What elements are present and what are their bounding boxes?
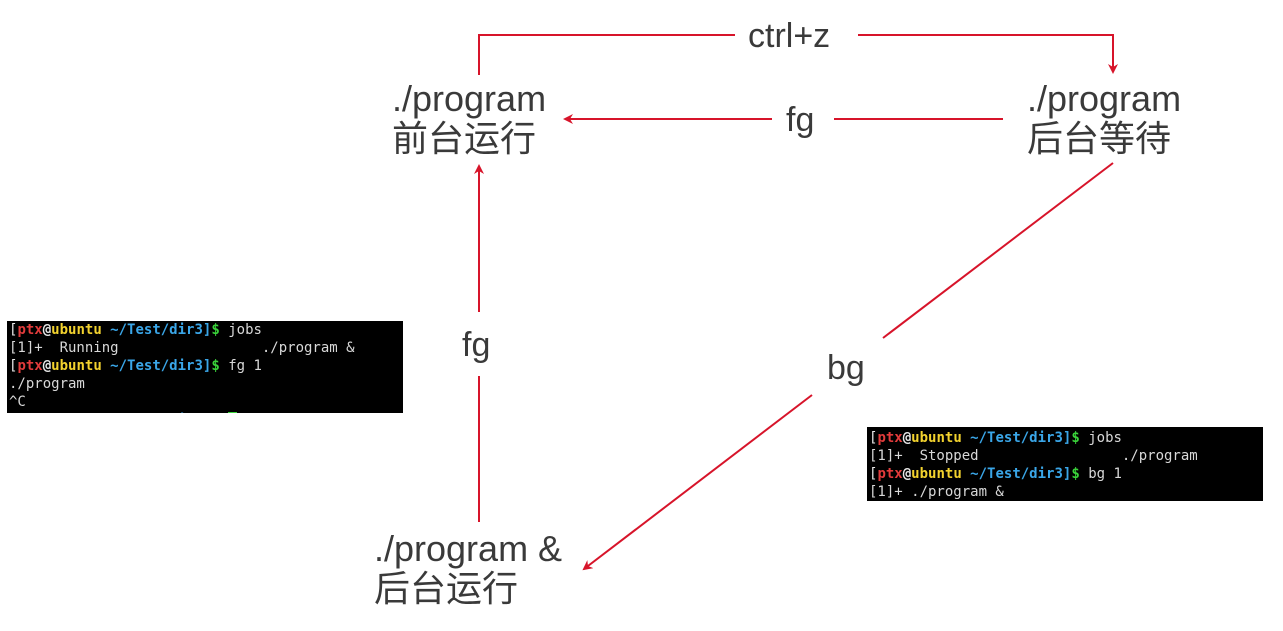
command: jobs xyxy=(219,322,262,338)
ctrl-z-arrow-head xyxy=(858,34,1118,74)
edge-label-fg-top: fg xyxy=(786,101,815,139)
terminal-output: [1]+ ./program & xyxy=(869,484,1004,500)
prompt-user: ptx xyxy=(17,322,43,338)
terminal-output: ^C xyxy=(9,394,26,410)
prompt-at: @ xyxy=(42,358,52,374)
prompt-dollar: $ xyxy=(1071,430,1080,446)
prompt-user: ptx xyxy=(877,466,903,482)
bg-arrow xyxy=(582,394,813,571)
edge-label-fg-left: fg xyxy=(462,326,491,364)
prompt-dollar: $ xyxy=(211,322,220,338)
prompt-path: ~/Test/dir3 xyxy=(101,358,203,374)
terminal-line-clipped: [ptx@ubuntu ~/Test/dir3]$ xyxy=(9,411,403,413)
command: bg 1 xyxy=(1079,466,1122,482)
terminal-output: ./program xyxy=(9,376,85,392)
prompt-user: ptx xyxy=(877,430,903,446)
node-background-run-cmd: ./program & xyxy=(374,528,563,569)
terminal-line: [ptx@ubuntu ~/Test/dir3]$ bg 1 xyxy=(869,465,1263,483)
prompt-at: @ xyxy=(902,430,912,446)
prompt-at: @ xyxy=(43,412,51,413)
node-background-wait-desc: 后台等待 xyxy=(1027,118,1172,159)
terminal-output: [1]+ Running ./program & xyxy=(9,340,355,356)
terminal-line: [ptx@ubuntu ~/Test/dir3]$ jobs xyxy=(9,321,403,339)
prompt-path: ~/Test/dir3 xyxy=(101,322,203,338)
prompt-path: ~/Test/dir3 xyxy=(961,466,1063,482)
prompt-path: ~/Test/dir3 xyxy=(102,412,203,413)
prompt-dollar: $ xyxy=(211,358,220,374)
command: jobs xyxy=(1079,430,1122,446)
ctrl-z-arrow xyxy=(478,34,735,75)
node-foreground-cmd: ./program xyxy=(392,78,547,119)
prompt-host: ubuntu xyxy=(51,358,102,374)
terminal-output: [1]+ Stopped ./program xyxy=(869,448,1198,464)
prompt-user: ptx xyxy=(17,412,42,413)
prompt-host: ubuntu xyxy=(911,430,962,446)
node-background-wait-cmd: ./program xyxy=(1027,78,1182,119)
terminal-cursor xyxy=(228,412,238,413)
edge-label-bg: bg xyxy=(827,349,865,387)
bg-arrow-tail xyxy=(882,162,1114,339)
terminal-line: [ptx@ubuntu ~/Test/dir3]$ jobs xyxy=(869,429,1263,447)
prompt-at: @ xyxy=(42,322,52,338)
command: fg 1 xyxy=(219,358,262,374)
prompt-dollar: $ xyxy=(1071,466,1080,482)
terminal-line: [ptx@ubuntu ~/Test/dir3]$ fg 1 xyxy=(9,357,403,375)
node-background-run: ./program & 后台运行 xyxy=(374,529,562,609)
node-foreground: ./program 前台运行 xyxy=(392,79,546,159)
node-background-run-desc: 后台运行 xyxy=(374,568,519,609)
prompt-path: ~/Test/dir3 xyxy=(961,430,1063,446)
prompt-host: ubuntu xyxy=(51,322,102,338)
edge-label-ctrl-z: ctrl+z xyxy=(748,17,831,55)
prompt-user: ptx xyxy=(17,358,43,374)
terminal-snippet-bg: [ptx@ubuntu ~/Test/dir3]$ jobs [1]+ Stopp… xyxy=(867,427,1263,501)
node-foreground-desc: 前台运行 xyxy=(392,118,537,159)
terminal-snippet-fg: [ptx@ubuntu ~/Test/dir3]$ jobs [1]+ Runni… xyxy=(7,321,403,413)
prompt-at: @ xyxy=(902,466,912,482)
prompt-dollar: $ xyxy=(211,412,219,413)
prompt-host: ubuntu xyxy=(51,412,102,413)
node-background-wait: ./program 后台等待 xyxy=(1027,79,1181,159)
prompt-host: ubuntu xyxy=(911,466,962,482)
